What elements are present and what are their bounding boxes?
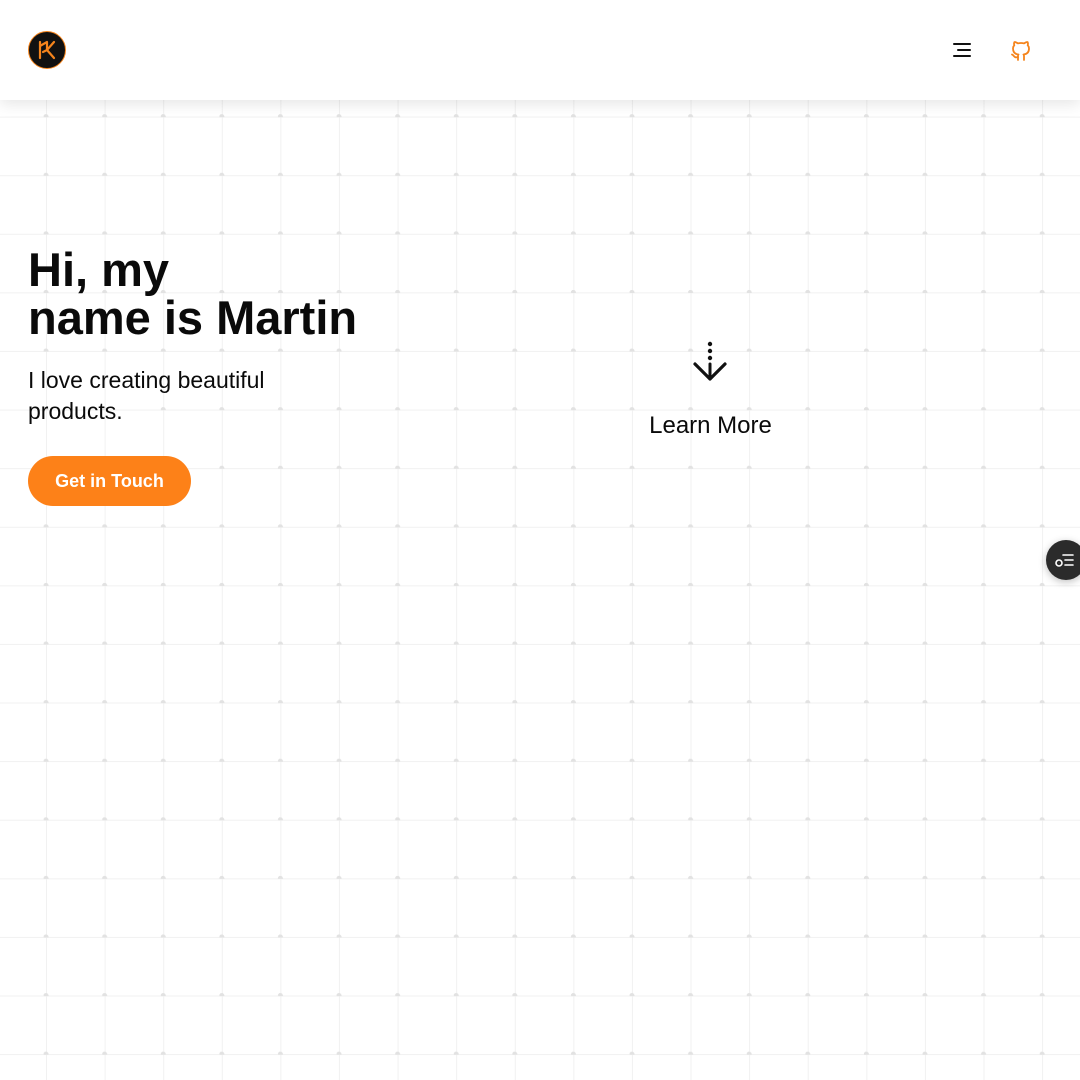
github-icon: [1011, 41, 1030, 61]
logo[interactable]: [28, 31, 66, 69]
settings-list-icon: [1055, 554, 1074, 567]
github-link[interactable]: [1007, 36, 1035, 64]
side-panel-toggle[interactable]: [1046, 540, 1080, 580]
learn-more-arrow[interactable]: [690, 340, 730, 384]
site-header: [0, 0, 1080, 100]
hamburger-menu-icon: [953, 43, 971, 57]
hero-title-line-1: Hi, my: [28, 243, 170, 296]
hero-subtitle: I love creating beautiful products.: [28, 367, 265, 424]
hero-title-line-2: name is Martin: [28, 291, 358, 344]
mk-logo-icon: [38, 40, 56, 60]
menu-button[interactable]: [948, 38, 976, 62]
dotted-arrow-down-icon: [693, 341, 727, 381]
learn-more-link[interactable]: Learn More: [620, 410, 801, 442]
get-in-touch-button[interactable]: Get in Touch: [28, 456, 191, 506]
hero-title: Hi, my name is Martin: [28, 246, 488, 342]
